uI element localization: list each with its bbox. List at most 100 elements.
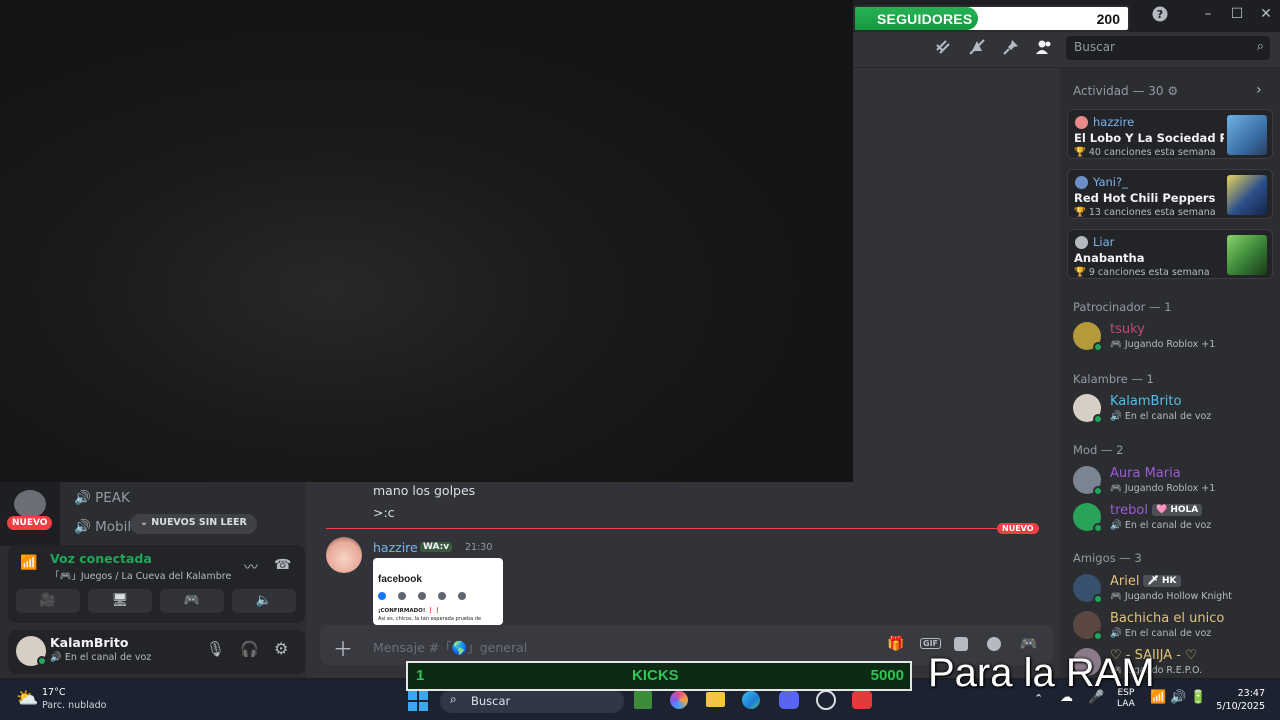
message-author[interactable]: hazzire [373, 540, 418, 555]
activity-sub: 🏆 13 canciones esta semana [1074, 207, 1216, 218]
discord-app-icon[interactable] [779, 691, 799, 709]
member-status-text: En el canal de voz [1124, 411, 1212, 422]
member-status-text: Jugando Roblox +1 [1124, 339, 1216, 350]
kicks-current: 1 [416, 667, 425, 684]
member-item[interactable]: trebol 🩷 HOLA 🔊 En el canal de voz [1073, 501, 1273, 535]
disconnect-icon[interactable]: ☎ [274, 557, 291, 573]
attach-plus-icon[interactable]: ＋ [333, 633, 353, 662]
search-icon: ⌕ [1256, 39, 1264, 54]
member-badge: 🩷 HOLA [1151, 504, 1203, 516]
new-divider-badge: NUEVO [997, 523, 1039, 534]
unread-pill[interactable]: ⌄ NUEVOS SIN LEER [130, 514, 257, 534]
mute-notifications-icon[interactable] [966, 38, 988, 58]
member-item[interactable]: Bachicha el unico 🔊 En el canal de voz [1073, 609, 1273, 643]
status-dot [1093, 594, 1103, 604]
search-icon: ⌕ [450, 692, 457, 706]
server-icon[interactable] [14, 490, 46, 518]
member-item[interactable]: KalamBrito 🔊 En el canal de voz [1073, 392, 1273, 426]
clock-time: 23:47 [1237, 688, 1265, 699]
pin-icon[interactable] [1000, 38, 1022, 58]
member-name: KalamBrito [1110, 394, 1182, 409]
battery-icon[interactable]: 🔋 [1190, 690, 1206, 705]
member-name-text: Ariel [1110, 574, 1140, 589]
group-header: Kalambre — 1 [1073, 372, 1154, 386]
activity-card[interactable]: hazzire El Lobo Y La Sociedad Priv... 🏆 … [1067, 109, 1273, 159]
server-rail: NUEVO [0, 482, 60, 546]
apps-icon[interactable]: 🎮 [1020, 636, 1037, 652]
file-explorer-icon[interactable] [706, 692, 725, 707]
voice-channel-peak[interactable]: 🔊 PEAK [74, 490, 130, 506]
screen-share-button[interactable]: 🖥 [88, 589, 152, 613]
status-dot [1093, 342, 1103, 352]
activity-sub-text: 40 canciones esta semana [1088, 147, 1216, 158]
activity-header: Actividad — 30 ⚙ [1073, 84, 1179, 98]
member-name: trebol 🩷 HOLA [1110, 503, 1203, 518]
activity-user: Yani?_ [1093, 175, 1128, 189]
activity-card[interactable]: Yani?_ Red Hot Chili Peppers 🏆 13 cancio… [1067, 169, 1273, 219]
windows-start-icon[interactable] [408, 691, 428, 711]
group-header: Amigos — 3 [1073, 551, 1142, 565]
app-red-icon[interactable] [852, 691, 872, 709]
members-icon[interactable] [1033, 38, 1055, 58]
volume-icon[interactable]: 🔊 [1170, 690, 1186, 705]
noise-suppression-icon[interactable]: 〰 [244, 557, 258, 577]
group-header: Patrocinador — 1 [1073, 300, 1172, 314]
camera-toggle-button[interactable]: 🎥 [16, 589, 80, 613]
microphone-icon[interactable]: 🎙 [206, 640, 225, 658]
member-status-text: Jugando Hollow Knight [1124, 591, 1232, 602]
avatar[interactable] [326, 537, 362, 573]
voice-status: Voz conectada [50, 551, 152, 566]
member-status: 🎮 Jugando Hollow Knight [1110, 591, 1232, 602]
member-item[interactable]: tsuky 🎮 Jugando Roblox +1 [1073, 320, 1273, 354]
user-avatar [1075, 176, 1088, 189]
clock[interactable]: 23:47 5/10/2025 [1215, 687, 1265, 713]
activity-card[interactable]: Liar Anabantha 🏆 9 canciones esta semana [1067, 229, 1273, 279]
user-avatar [1075, 236, 1088, 249]
album-art [1227, 175, 1267, 215]
threads-icon[interactable] [932, 38, 954, 58]
language-bottom: LAA [1117, 699, 1135, 709]
sticker-icon[interactable] [954, 637, 968, 651]
new-server-badge: NUEVO [7, 516, 53, 530]
help-icon[interactable]: ? [1148, 6, 1172, 24]
user-avatar [1075, 116, 1088, 129]
gif-icon[interactable]: GIF [920, 638, 942, 649]
gear-icon[interactable]: ⚙ [274, 639, 288, 658]
chevron-right-icon[interactable]: › [1256, 82, 1262, 98]
soundboard-button[interactable]: 🔈 [232, 589, 296, 613]
member-name-text: trebol [1110, 503, 1148, 518]
activity-header-label: Actividad — 30 [1073, 84, 1164, 98]
voice-channel-name[interactable]: 「🎮」Juegos / La Cueva del Kalambre [50, 568, 231, 582]
weather-icon[interactable]: ⛅ [16, 688, 38, 709]
search-input[interactable]: Buscar ⌕ [1066, 36, 1270, 60]
followers-goal-label: SEGUIDORES [877, 11, 973, 27]
member-list: Actividad — 30 ⚙ › hazzire El Lobo Y La … [1060, 68, 1280, 678]
member-item[interactable]: Ariel 🗡 HK 🎮 Jugando Hollow Knight [1073, 572, 1273, 606]
steam-app-icon[interactable] [816, 690, 836, 710]
member-badge: 🗡 HK [1143, 575, 1181, 587]
image-attachment[interactable]: facebook ¡CONFIRMADO! ❗❗ Así es, chicos,… [373, 558, 503, 625]
minecraft-app-icon[interactable] [634, 691, 652, 709]
member-status-text: En el canal de voz [1124, 628, 1212, 639]
signal-icon[interactable]: 📶 [20, 555, 37, 571]
edge-browser-icon[interactable] [742, 691, 760, 709]
close-icon[interactable]: ✕ [1254, 6, 1278, 24]
activities-button[interactable]: 🎮 [160, 589, 224, 613]
maximize-icon[interactable]: ☐ [1225, 6, 1249, 24]
taskbar-search-placeholder: Buscar [471, 694, 511, 708]
member-status-text: Jugando Roblox +1 [1124, 483, 1216, 494]
embed-brand: facebook [378, 574, 422, 585]
minimize-icon[interactable]: – [1196, 6, 1220, 24]
copilot-app-icon[interactable] [670, 691, 688, 709]
activity-user: hazzire [1093, 115, 1135, 129]
composer-placeholder: Mensaje #「🌎」general [373, 640, 528, 655]
kicks-goal: 5000 [870, 667, 904, 684]
member-item[interactable]: Aura Maria 🎮 Jugando Roblox +1 [1073, 464, 1273, 498]
taskbar-search[interactable]: ⌕ Buscar [440, 689, 624, 713]
emoji-icon[interactable] [987, 637, 1001, 651]
svg-text:?: ? [1157, 8, 1163, 21]
gift-icon[interactable]: 🎁 [887, 636, 904, 652]
followers-goal-value: 200 [1096, 11, 1120, 27]
chat-area-upper [853, 68, 1060, 482]
headphones-icon[interactable]: 🎧 [240, 640, 259, 658]
